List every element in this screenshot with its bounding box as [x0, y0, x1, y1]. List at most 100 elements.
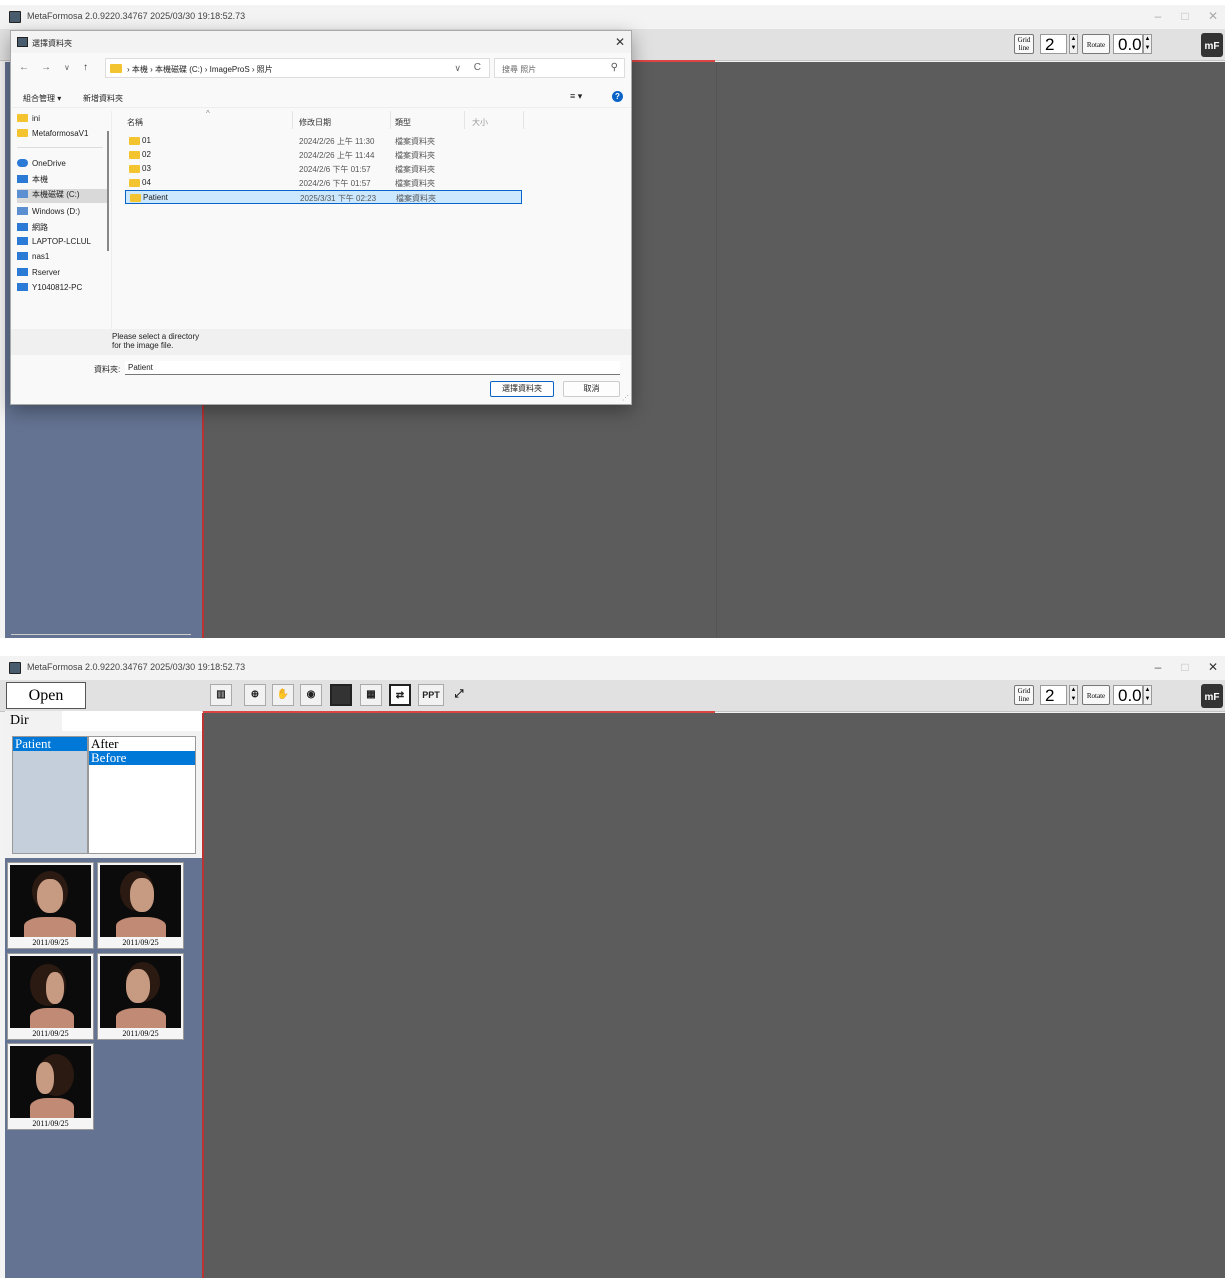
- nav-item[interactable]: nas1: [17, 252, 109, 266]
- photo-thumbnail[interactable]: 2011/09/25: [97, 862, 184, 949]
- nav-item[interactable]: MetaformosaV1: [17, 129, 109, 143]
- nav-item[interactable]: Y1040812-PC: [17, 283, 109, 297]
- cancel-button[interactable]: 取消: [563, 381, 620, 397]
- view-options-icon[interactable]: ≡ ▾: [570, 91, 582, 102]
- nav-separator: [111, 111, 112, 329]
- thumbnail-date: 2011/09/25: [32, 938, 69, 947]
- select-folder-button[interactable]: 選擇資料夾: [490, 381, 554, 397]
- session-item[interactable]: After: [89, 737, 195, 751]
- column-name[interactable]: 名稱: [127, 117, 143, 128]
- search-icon[interactable]: ⚲: [611, 62, 618, 73]
- photo-thumbnail[interactable]: 2011/09/25: [7, 953, 94, 1040]
- open-button[interactable]: Open: [6, 682, 86, 709]
- dialog-title-bar: 選擇資料夾 ✕: [11, 31, 631, 53]
- ppt-export-button[interactable]: PPT: [418, 684, 444, 706]
- column-separator[interactable]: [292, 111, 293, 129]
- fullscreen-icon[interactable]: ⤢: [448, 684, 470, 706]
- address-bar[interactable]: › 本機 › 本機磁碟 (C:) › ImageProS › 照片 ∨ C: [105, 58, 490, 78]
- grid-icon[interactable]: ▦: [360, 684, 382, 706]
- address-dropdown-icon[interactable]: ∨: [454, 63, 461, 74]
- close-button[interactable]: ✕: [1203, 9, 1223, 23]
- dialog-close-icon[interactable]: ✕: [615, 35, 625, 49]
- thumbnail-date: 2011/09/25: [122, 1029, 159, 1038]
- session-item[interactable]: Before: [89, 751, 195, 765]
- maximize-button[interactable]: □: [1175, 9, 1195, 23]
- tab-strip: [62, 711, 202, 731]
- canvas-divider: [716, 62, 717, 638]
- nav-item[interactable]: ini: [17, 114, 109, 128]
- refresh-icon[interactable]: C: [474, 62, 481, 73]
- folder-icon: [129, 165, 140, 173]
- file-row[interactable]: 03 2024/2/6 下午 01:57 檔案資料夾: [125, 162, 522, 176]
- column-separator[interactable]: [523, 111, 524, 129]
- contrast-icon[interactable]: [330, 684, 352, 706]
- sidebar-scrollbar[interactable]: [11, 634, 191, 635]
- nav-item[interactable]: OneDrive: [17, 159, 109, 173]
- dir-tab[interactable]: Dir: [5, 711, 62, 731]
- grid-line-spinner[interactable]: ▲ ▼: [1069, 34, 1078, 54]
- column-type[interactable]: 類型: [395, 117, 411, 128]
- thumbnail-date: 2011/09/25: [32, 1029, 69, 1038]
- breadcrumb[interactable]: › 本機 › 本機磁碟 (C:) › ImageProS › 照片: [127, 64, 273, 75]
- file-date: 2024/2/26 上午 11:44: [299, 151, 375, 160]
- nav-item[interactable]: 本機磁碟 (C:): [17, 189, 109, 203]
- maximize-button[interactable]: □: [1175, 660, 1195, 674]
- column-date[interactable]: 修改日期: [299, 117, 331, 128]
- snapshot-icon[interactable]: ◉: [300, 684, 322, 706]
- nav-item[interactable]: 網路: [17, 222, 109, 236]
- grid-line-input[interactable]: 2: [1040, 34, 1067, 54]
- close-button[interactable]: ✕: [1203, 660, 1223, 674]
- nav-item[interactable]: LAPTOP-LCLUL: [17, 237, 109, 251]
- column-separator[interactable]: [464, 111, 465, 129]
- minimize-button[interactable]: –: [1148, 660, 1168, 674]
- resize-grip-icon[interactable]: ⋰: [622, 394, 629, 402]
- line-label-text: line: [1018, 695, 1030, 703]
- photo-thumbnail[interactable]: 2011/09/25: [7, 862, 94, 949]
- nav-item[interactable]: Windows (D:): [17, 207, 109, 221]
- layout-icon[interactable]: ▥: [210, 684, 232, 706]
- minimize-button[interactable]: –: [1148, 9, 1168, 23]
- forward-arrow-icon[interactable]: →: [41, 62, 51, 73]
- recent-locations-icon[interactable]: ∨: [64, 63, 70, 72]
- zoom-all-icon[interactable]: ⊕: [244, 684, 266, 706]
- nav-item[interactable]: 本機: [17, 174, 109, 188]
- photo-thumbnail[interactable]: 2011/09/25: [7, 1043, 94, 1130]
- back-arrow-icon[interactable]: ←: [19, 62, 29, 73]
- directory-item[interactable]: Patient: [13, 737, 87, 751]
- up-arrow-icon[interactable]: ↑: [83, 62, 88, 73]
- navigation-pane: ini MetaformosaV1 OneDrive 本機 本機磁碟 (C:) Windo…: [11, 111, 111, 329]
- folder-icon: [129, 179, 140, 187]
- directory-list[interactable]: Patient: [12, 736, 88, 854]
- file-row[interactable]: Patient 2025/3/31 下午 02:23 檔案資料夾: [125, 190, 522, 204]
- search-box[interactable]: 搜尋 照片 ⚲: [494, 58, 625, 78]
- file-row[interactable]: 02 2024/2/26 上午 11:44 檔案資料夾: [125, 148, 522, 162]
- pan-hand-icon[interactable]: ✋: [272, 684, 294, 706]
- file-row[interactable]: 04 2024/2/6 下午 01:57 檔案資料夾: [125, 176, 522, 190]
- swap-icon[interactable]: ⇄: [389, 684, 411, 706]
- file-row[interactable]: 01 2024/2/26 上午 11:30 檔案資料夾: [125, 134, 522, 148]
- rotate-label: Rotate: [1082, 685, 1110, 705]
- folder-name-input[interactable]: Patient: [125, 361, 620, 375]
- nav-scrollbar[interactable]: [107, 131, 109, 251]
- image-canvas[interactable]: [202, 713, 1225, 1278]
- column-separator[interactable]: [390, 111, 391, 129]
- new-folder-button[interactable]: 新增資料夾: [83, 93, 123, 104]
- photo-thumbnail[interactable]: 2011/09/25: [97, 953, 184, 1040]
- file-type: 檔案資料夾: [396, 194, 436, 203]
- session-list[interactable]: After Before: [88, 736, 196, 854]
- grid-line-label: Grid line: [1014, 34, 1034, 54]
- rotate-spinner[interactable]: ▲ ▼: [1143, 685, 1152, 705]
- column-size[interactable]: 大小: [472, 117, 488, 128]
- grid-line-input[interactable]: 2: [1040, 685, 1067, 705]
- drive-icon: [17, 207, 28, 215]
- help-icon[interactable]: ?: [612, 91, 623, 102]
- rotate-input[interactable]: 0.0: [1113, 685, 1143, 705]
- nav-item-label: LAPTOP-LCLUL: [32, 237, 91, 246]
- rotate-spinner[interactable]: ▲ ▼: [1143, 34, 1152, 54]
- nav-item[interactable]: Rserver: [17, 268, 109, 282]
- grid-line-spinner[interactable]: ▲ ▼: [1069, 685, 1078, 705]
- rotate-input[interactable]: 0.0: [1113, 34, 1143, 54]
- status-message: Please select a directory for the image …: [112, 332, 200, 350]
- nav-item-label: MetaformosaV1: [32, 129, 89, 138]
- organize-button[interactable]: 組合管理 ▾: [23, 93, 61, 104]
